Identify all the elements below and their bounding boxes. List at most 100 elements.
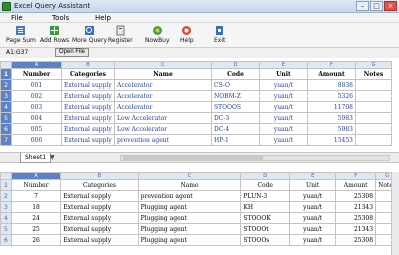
header-cell[interactable]: Number	[10, 179, 62, 191]
cell[interactable]: External supply	[61, 134, 115, 146]
tab-dropdown-icon[interactable]: ▼	[50, 154, 55, 161]
cell[interactable]: 8838	[307, 79, 356, 91]
cell[interactable]: 11708	[307, 101, 356, 113]
column-header[interactable]: E	[259, 61, 308, 69]
cell[interactable]: 21343	[335, 201, 377, 213]
cell[interactable]: 7	[10, 190, 62, 202]
column-header[interactable]: D	[240, 172, 290, 180]
header-cell[interactable]: Code	[211, 68, 260, 80]
cell[interactable]: KH	[240, 201, 290, 213]
cell[interactable]: 15453	[307, 134, 356, 146]
cell[interactable]: yuan/t	[259, 112, 308, 124]
cell[interactable]: prevention agent	[114, 134, 212, 146]
more-query-button[interactable]: More Query	[72, 25, 107, 44]
cell[interactable]	[355, 112, 392, 124]
cell[interactable]: External supply	[60, 190, 139, 202]
cell[interactable]: Plugging agent	[137, 223, 242, 235]
header-cell[interactable]: Unit	[288, 179, 337, 191]
sheet-grid-lower[interactable]: A B C D E F G 1 Number Categories Name C…	[0, 172, 399, 246]
cell[interactable]	[355, 134, 392, 146]
cell[interactable]: External supply	[61, 112, 115, 124]
row-header[interactable]: 1	[0, 68, 12, 80]
column-header[interactable]: F	[335, 172, 377, 180]
page-sum-button[interactable]: Page Sum	[6, 25, 36, 44]
cell[interactable]: STOOOs	[240, 234, 290, 246]
cell[interactable]: External supply	[60, 212, 139, 224]
row-header[interactable]: 2	[0, 79, 12, 91]
cell[interactable]: yuan/t	[259, 79, 308, 91]
cell[interactable]: CS-O	[211, 79, 260, 91]
cell[interactable]: 003	[11, 101, 62, 113]
cell[interactable]: External supply	[61, 101, 115, 113]
header-cell[interactable]: Name	[137, 179, 242, 191]
cell[interactable]	[355, 101, 392, 113]
cell[interactable]: yuan/t	[259, 123, 308, 135]
cell[interactable]: yuan/t	[259, 90, 308, 102]
cell[interactable]: Plugging agent	[137, 212, 242, 224]
column-header[interactable]: B	[60, 172, 139, 180]
cell[interactable]: 006	[11, 134, 62, 146]
close-button[interactable]: ×	[384, 1, 397, 11]
cell[interactable]: 002	[11, 90, 62, 102]
cell[interactable]: Plugging agent	[137, 201, 242, 213]
header-cell[interactable]: Amount	[307, 68, 356, 80]
cell[interactable]: 25308	[335, 190, 377, 202]
column-header[interactable]: E	[288, 172, 337, 180]
scrollbar-thumb[interactable]	[123, 156, 263, 160]
cell[interactable]: DC-3	[211, 112, 260, 124]
row-header[interactable]: 4	[0, 212, 12, 224]
cell[interactable]: External supply	[60, 201, 139, 213]
header-cell[interactable]: Name	[114, 68, 212, 80]
cell[interactable]: yuan/t	[259, 101, 308, 113]
help-button[interactable]: Help	[180, 25, 194, 44]
cell[interactable]	[355, 90, 392, 102]
header-cell[interactable]: Categories	[60, 179, 139, 191]
horizontal-scrollbar[interactable]	[120, 155, 390, 161]
row-header[interactable]: 3	[0, 201, 12, 213]
cell[interactable]: HP-1	[211, 134, 260, 146]
minimize-button[interactable]: –	[356, 1, 369, 11]
row-header[interactable]: 7	[0, 134, 12, 146]
menu-help[interactable]: Help	[95, 14, 111, 22]
cell[interactable]: yuan/t	[288, 212, 337, 224]
cell[interactable]: 21343	[335, 223, 377, 235]
cell[interactable]: External supply	[61, 123, 115, 135]
cell[interactable]: prevention agent	[137, 190, 242, 202]
vertical-scrollbar[interactable]	[391, 172, 399, 255]
column-header[interactable]: C	[137, 172, 242, 180]
header-cell[interactable]: Notes	[355, 68, 392, 80]
cell[interactable]: yuan/t	[259, 134, 308, 146]
header-cell[interactable]: Amount	[335, 179, 377, 191]
cell[interactable]: External supply	[61, 79, 115, 91]
cell[interactable]: STOOOK	[240, 212, 290, 224]
column-header[interactable]: F	[307, 61, 356, 69]
cell[interactable]: 5326	[307, 90, 356, 102]
cell[interactable]: Plugging agent	[137, 234, 242, 246]
column-header[interactable]: C	[114, 61, 212, 69]
column-header[interactable]: D	[211, 61, 260, 69]
cell[interactable]: 5983	[307, 123, 356, 135]
column-header[interactable]: A	[10, 172, 62, 180]
cell[interactable]: STOOOS	[211, 101, 260, 113]
cell[interactable]: Low Accelerator	[114, 112, 212, 124]
header-cell[interactable]: Unit	[259, 68, 308, 80]
cell[interactable]: 004	[11, 112, 62, 124]
cell[interactable]: 26	[10, 234, 62, 246]
row-header[interactable]: 5	[0, 223, 12, 235]
cell[interactable]: 001	[11, 79, 62, 91]
spreadsheet-lower[interactable]: A B C D E F G 1 Number Categories Name C…	[0, 172, 399, 255]
column-header[interactable]: A	[11, 61, 62, 69]
menu-tools[interactable]: Tools	[52, 14, 69, 22]
header-cell[interactable]: Code	[240, 179, 290, 191]
menu-file[interactable]: File	[11, 14, 23, 22]
cell[interactable]: 25	[10, 223, 62, 235]
row-header[interactable]: 6	[0, 123, 12, 135]
add-rows-button[interactable]: Add Rows	[40, 25, 69, 44]
cell[interactable]: 5983	[307, 112, 356, 124]
spreadsheet-upper[interactable]: A B C D E F G 1 Number Categories Name C…	[0, 61, 399, 152]
header-cell[interactable]: Number	[11, 68, 62, 80]
cell[interactable]: 25308	[335, 212, 377, 224]
cell[interactable]: 25308	[335, 234, 377, 246]
cell[interactable]: Accelerator	[114, 90, 212, 102]
cell[interactable]: 005	[11, 123, 62, 135]
